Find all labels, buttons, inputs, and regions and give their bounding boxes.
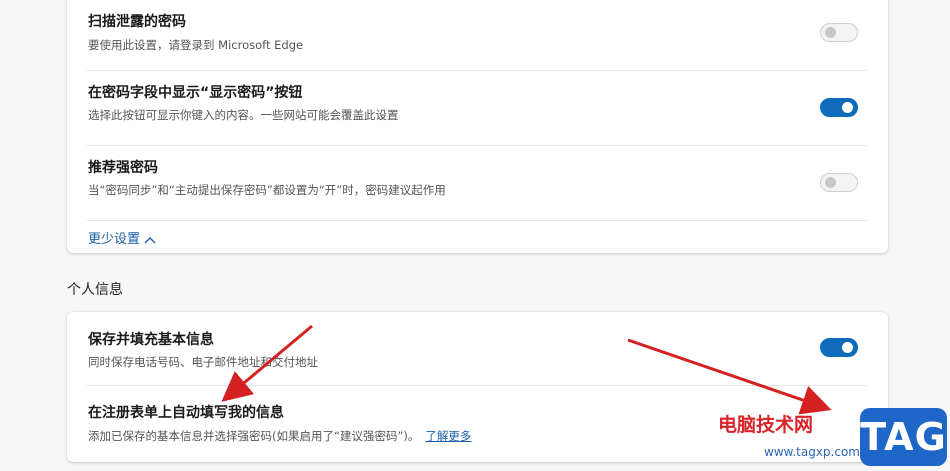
less-settings-label: 更少设置 [88,232,141,247]
setting-row-show-password-button: 在密码字段中显示“显示密码”按钮 选择此按钮可显示你键入的内容。一些网站可能会覆… [67,71,888,145]
setting-description: 同时保存电话号码、电子邮件地址和交付地址 [88,355,318,369]
setting-title: 在注册表单上自动填写我的信息 [88,405,284,421]
personal-info-heading: 个人信息 [67,282,123,298]
scan-leaked-passwords-toggle[interactable] [820,23,858,42]
toggle-knob [842,342,853,353]
toggle-knob [825,27,836,38]
setting-title: 扫描泄露的密码 [88,14,186,30]
suggest-strong-passwords-toggle[interactable] [820,173,858,192]
less-settings-link[interactable]: 更少设置 [88,228,156,247]
setting-row-suggest-strong-passwords: 推荐强密码 当“密码同步”和“主动提出保存密码”都设置为“开”时，密码建议起作用 [67,146,888,220]
setting-title: 保存并填充基本信息 [88,332,214,348]
watermark-url: www.tagxp.com [764,445,860,459]
password-settings-card: 扫描泄露的密码 要使用此设置，请登录到 Microsoft Edge 在密码字段… [67,0,888,253]
setting-description-text: 添加已保存的基本信息并选择强密码(如果启用了“建议强密码”)。 [88,429,420,443]
show-password-button-toggle[interactable] [820,98,858,117]
setting-title: 在密码字段中显示“显示密码”按钮 [88,85,303,101]
site-watermark: 电脑技术网 www.tagxp.com TAG [718,404,950,471]
setting-row-save-basic-info: 保存并填充基本信息 同时保存电话号码、电子邮件地址和交付地址 [67,312,888,385]
setting-row-scan-leaked-passwords: 扫描泄露的密码 要使用此设置，请登录到 Microsoft Edge [67,0,888,70]
watermark-tag-logo: TAG [860,408,947,466]
setting-description: 添加已保存的基本信息并选择强密码(如果启用了“建议强密码”)。 了解更多 [88,428,471,444]
chevron-up-icon [144,236,156,243]
setting-description: 当“密码同步”和“主动提出保存密码”都设置为“开”时，密码建议起作用 [88,183,446,197]
toggle-knob [842,102,853,113]
setting-description: 选择此按钮可显示你键入的内容。一些网站可能会覆盖此设置 [88,108,399,122]
toggle-knob [825,177,836,188]
learn-more-link[interactable]: 了解更多 [425,429,471,443]
setting-description: 要使用此设置，请登录到 Microsoft Edge [88,38,304,52]
setting-title: 推荐强密码 [88,160,158,176]
divider [87,220,868,221]
watermark-text: 电脑技术网 [718,414,814,436]
save-basic-info-toggle[interactable] [820,338,858,357]
